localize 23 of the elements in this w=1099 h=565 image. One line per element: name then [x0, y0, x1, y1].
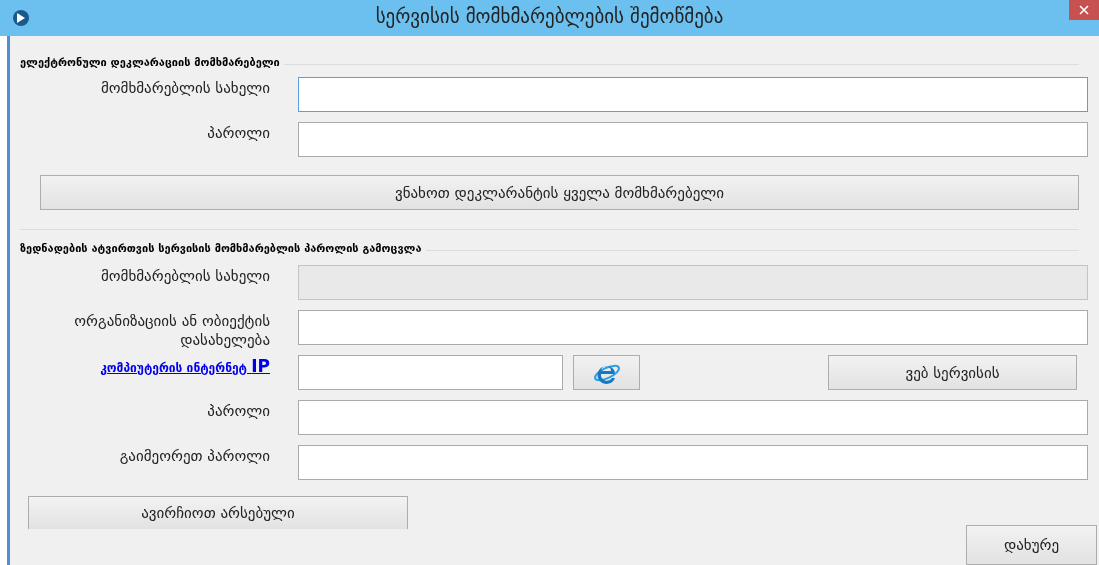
input-field[interactable] [298, 77, 1088, 112]
ip-link[interactable]: კომპიუტერის ინტერნეტ IP [100, 361, 270, 375]
window-title: სერვისის მომხმარებლების შემოწმება [374, 5, 725, 27]
input-field[interactable] [298, 400, 1088, 435]
input-field[interactable] [298, 310, 1088, 345]
input-field[interactable] [298, 445, 1088, 480]
field-label: მომხმარებლის სახელი [99, 79, 270, 98]
field-label: ორგანიზაციის ან ობიექტის დასახელება [73, 312, 270, 350]
group-title: ელექტრონული დეკლარაციის მომხმარებელი [20, 56, 284, 69]
app-icon [12, 9, 30, 27]
select-existing-button[interactable]: ავირჩიოთ არსებული [28, 496, 408, 529]
browser-button[interactable] [573, 355, 640, 390]
list-users-button[interactable]: ვნახოთ დეკლარანტის ყველა მომხმარებელი [40, 175, 1079, 210]
input-field[interactable] [298, 122, 1088, 157]
field-label: პაროლი [206, 124, 270, 143]
web-service-button[interactable]: ვებ სერვისის [828, 355, 1077, 390]
group-title: ზედნადების ატვირთვის სერვისის მომხმარებლის პაროლის გამოცვლა [20, 242, 426, 255]
field-label: მომხმარებლის სახელი [99, 267, 270, 286]
field-label: პაროლი [206, 402, 270, 421]
input-field[interactable] [298, 355, 563, 390]
close-button[interactable]: დახურე [966, 525, 1097, 565]
close-icon[interactable] [1069, 0, 1099, 20]
field-label: გაიმეორეთ პაროლი [118, 447, 270, 466]
